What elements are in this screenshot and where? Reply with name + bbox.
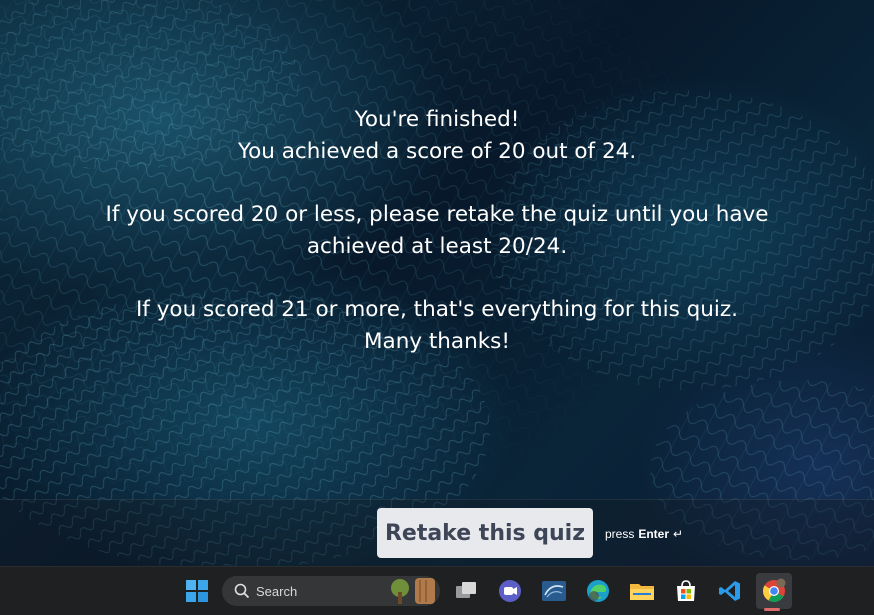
thanks-text: Many thanks! bbox=[363, 329, 511, 354]
pass-instruction: If you scored 21 or more, that's everyth… bbox=[135, 297, 739, 322]
score-text: You achieved a score of 20 out of 24. bbox=[237, 139, 637, 164]
enter-key-icon: ↵ bbox=[673, 527, 684, 541]
quiz-result-message: You're finished! You achieved a score of… bbox=[87, 104, 787, 358]
retake-quiz-button[interactable]: Retake this quiz bbox=[377, 508, 593, 558]
press-label: press bbox=[605, 527, 635, 541]
search-icon bbox=[234, 583, 250, 599]
chrome-icon[interactable] bbox=[756, 573, 792, 609]
windows-taskbar: Search bbox=[0, 566, 874, 615]
finished-heading: You're finished! bbox=[354, 107, 520, 132]
enter-key-label: Enter bbox=[638, 527, 670, 541]
search-label: Search bbox=[256, 583, 298, 599]
windows-start-icon[interactable] bbox=[179, 573, 215, 609]
retake-instruction: If you scored 20 or less, please retake … bbox=[105, 202, 769, 259]
microsoft-store-icon[interactable] bbox=[668, 573, 704, 609]
active-app-indicator bbox=[764, 608, 780, 611]
edge-browser-icon[interactable] bbox=[580, 573, 616, 609]
sql-server-management-studio-icon[interactable] bbox=[536, 573, 572, 609]
taskbar-search-box[interactable]: Search bbox=[222, 576, 440, 606]
vs-code-icon[interactable] bbox=[712, 573, 748, 609]
task-view-icon[interactable] bbox=[448, 573, 484, 609]
teams-chat-icon[interactable] bbox=[492, 573, 528, 609]
search-highlight-icon bbox=[391, 578, 435, 604]
keyboard-hint: press Enter ↵ bbox=[605, 527, 683, 541]
file-explorer-icon[interactable] bbox=[624, 573, 660, 609]
